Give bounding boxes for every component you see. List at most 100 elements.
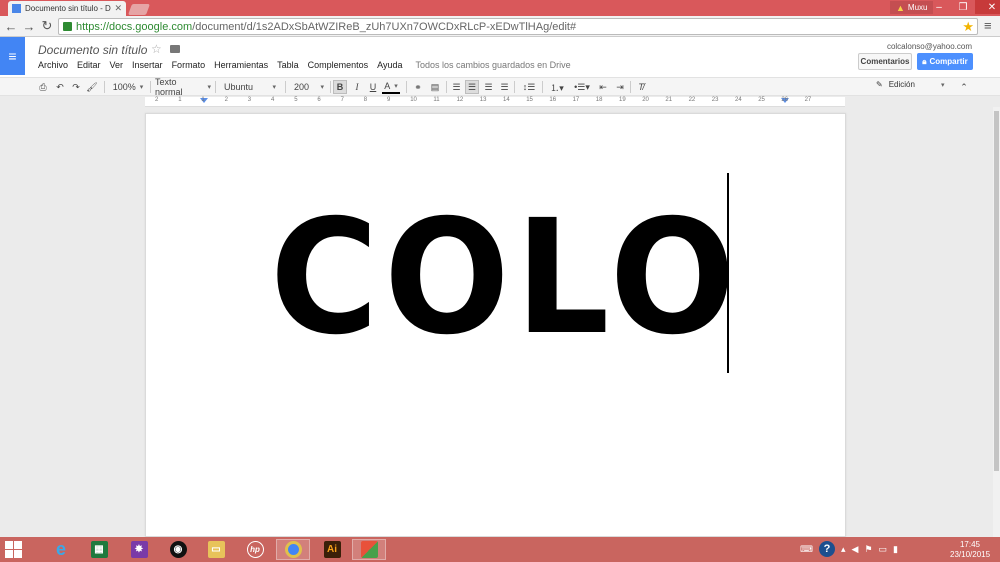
- ruler-tick-label: 2: [155, 97, 159, 103]
- paint-format-icon[interactable]: 🖌︎: [86, 80, 98, 94]
- forward-arrow-icon[interactable]: →: [21, 18, 37, 34]
- system-clock[interactable]: 17:45 23/10/2015: [950, 540, 990, 560]
- print-icon[interactable]: ⎙: [37, 80, 49, 94]
- volume-icon[interactable]: ◀: [852, 544, 859, 555]
- editing-mode-select[interactable]: ✎ Edición ▾: [876, 80, 944, 89]
- ruler[interactable]: 2 1 1 2 3 4 5 6 7 8 9 10 11 12 13 14 15 16 17 18 19 20 21 22 23 2…: [145, 97, 845, 107]
- zoom-value: 100%: [112, 82, 136, 92]
- docs-home-icon[interactable]: ≡: [0, 37, 25, 75]
- document-body-text[interactable]: COLO: [270, 199, 741, 357]
- clock-date: 23/10/2015: [950, 550, 991, 559]
- ruler-tick-label: 2: [224, 97, 228, 103]
- underline-button[interactable]: U: [367, 80, 379, 94]
- clear-formatting-icon[interactable]: T̸: [634, 80, 648, 94]
- toolbar-divider: [406, 81, 407, 93]
- chrome-taskbar-icon[interactable]: [276, 539, 310, 560]
- increase-indent-icon[interactable]: ⇥: [613, 80, 627, 94]
- comments-button[interactable]: Comentarios: [858, 53, 912, 70]
- align-justify-icon[interactable]: ☰: [498, 80, 511, 94]
- account-email[interactable]: colcalonso@yahoo.com: [887, 42, 972, 51]
- lock-icon: 🔒︎: [922, 56, 927, 66]
- font-select[interactable]: Ubuntu ▾: [220, 80, 280, 94]
- ruler-tick-label: 13: [479, 97, 487, 103]
- menu-ver[interactable]: Ver: [110, 60, 124, 70]
- link-icon[interactable]: ⚭: [411, 80, 425, 94]
- camera-app-icon[interactable]: ◉: [161, 539, 195, 560]
- file-explorer-icon[interactable]: ▭: [199, 539, 233, 560]
- toolbar-divider: [542, 81, 543, 93]
- tab-close-icon[interactable]: ✕: [114, 3, 122, 14]
- document-page[interactable]: COLO: [145, 113, 846, 537]
- help-icon[interactable]: ?: [819, 541, 835, 557]
- browser-navbar: ← → ↻ https://docs.google.com /document/…: [0, 16, 1000, 37]
- bold-button[interactable]: B: [333, 80, 347, 94]
- folder-icon[interactable]: [170, 45, 180, 53]
- keyboard-icon[interactable]: ⌨: [800, 544, 813, 555]
- menu-complementos[interactable]: Complementos: [308, 60, 369, 70]
- tab-title: Documento sin título - Docs: [25, 4, 111, 13]
- illustrator-icon[interactable]: Ai: [315, 539, 349, 560]
- scrollbar-thumb[interactable]: [994, 111, 999, 471]
- excel-icon[interactable]: ▦: [82, 539, 116, 560]
- menu-tabla[interactable]: Tabla: [277, 60, 299, 70]
- align-center-icon[interactable]: ☰: [465, 80, 479, 94]
- font-size-value: 200: [294, 82, 310, 92]
- toolbar-divider: [285, 81, 286, 93]
- menu-ayuda[interactable]: Ayuda: [377, 60, 402, 70]
- zoom-select[interactable]: 100% ▾: [110, 80, 146, 94]
- document-title[interactable]: Documento sin título: [38, 43, 147, 57]
- collapse-menus-icon[interactable]: ⌃: [958, 80, 970, 94]
- vertical-scrollbar[interactable]: [993, 107, 1000, 537]
- browser-tab[interactable]: Documento sin título - Docs ✕: [8, 1, 126, 16]
- show-hidden-icons-icon[interactable]: ▴: [841, 544, 846, 555]
- reload-icon[interactable]: ↻: [39, 18, 55, 34]
- style-select[interactable]: Texto normal ▾: [155, 77, 211, 97]
- ruler-tick-label: 27: [804, 97, 812, 103]
- share-label: Compartir: [929, 57, 968, 66]
- align-left-icon[interactable]: ☰: [450, 80, 463, 94]
- decrease-indent-icon[interactable]: ⇤: [596, 80, 610, 94]
- restore-icon[interactable]: ❐: [951, 0, 975, 14]
- flag-icon[interactable]: ⚑: [864, 544, 872, 555]
- bulleted-list-icon[interactable]: •☰▾: [571, 80, 593, 94]
- back-arrow-icon[interactable]: ←: [3, 18, 19, 34]
- redo-icon[interactable]: ↷: [70, 80, 82, 94]
- bookmark-star-icon[interactable]: ★: [962, 19, 974, 35]
- close-window-icon[interactable]: ✕: [975, 0, 1000, 14]
- address-bar[interactable]: https://docs.google.com /document/d/1s2A…: [58, 18, 978, 35]
- windows-start-icon[interactable]: [5, 541, 23, 558]
- comment-icon[interactable]: ▤: [428, 80, 442, 94]
- ruler-tick-label: 4: [271, 97, 275, 103]
- menu-editar[interactable]: Editar: [77, 60, 101, 70]
- ruler-tick-label: 8: [363, 97, 368, 103]
- ruler-tick-label: 24: [735, 97, 742, 103]
- share-button[interactable]: 🔒︎ Compartir: [917, 53, 973, 70]
- menu-archivo[interactable]: Archivo: [38, 60, 68, 70]
- docs-header: ≡ Documento sin título ☆ Archivo Editar …: [0, 37, 1000, 77]
- hp-icon[interactable]: hp: [238, 539, 272, 560]
- undo-icon[interactable]: ↶: [54, 80, 66, 94]
- dropdown-icon: ▾: [139, 84, 144, 91]
- photo-app-icon[interactable]: ✸: [122, 539, 156, 560]
- text-color-button[interactable]: A ▾: [382, 80, 400, 94]
- internet-explorer-icon[interactable]: e: [44, 539, 78, 560]
- menu-formato[interactable]: Formato: [172, 60, 206, 70]
- star-document-icon[interactable]: ☆: [151, 42, 162, 56]
- colorful-app-icon[interactable]: [352, 539, 386, 560]
- network-icon[interactable]: ▮: [893, 544, 898, 555]
- battery-icon[interactable]: ▭: [879, 544, 888, 555]
- font-size-select[interactable]: 200 ▾: [290, 80, 328, 94]
- menu-insertar[interactable]: Insertar: [132, 60, 163, 70]
- align-right-icon[interactable]: ☰: [482, 80, 495, 94]
- dropdown-icon: ▾: [320, 84, 324, 91]
- menu-herramientas[interactable]: Herramientas: [214, 60, 268, 70]
- chrome-menu-icon[interactable]: ≡: [984, 18, 992, 33]
- line-spacing-icon[interactable]: ↕☰: [519, 80, 539, 94]
- save-status: Todos los cambios guardados en Drive: [415, 60, 571, 70]
- numbered-list-icon[interactable]: ⒈▾: [547, 80, 567, 94]
- dropdown-icon: ▾: [940, 81, 945, 89]
- toolbar-divider: [104, 81, 105, 93]
- new-tab-button[interactable]: [127, 4, 151, 15]
- italic-button[interactable]: I: [351, 80, 363, 94]
- minimize-icon[interactable]: –: [927, 0, 951, 14]
